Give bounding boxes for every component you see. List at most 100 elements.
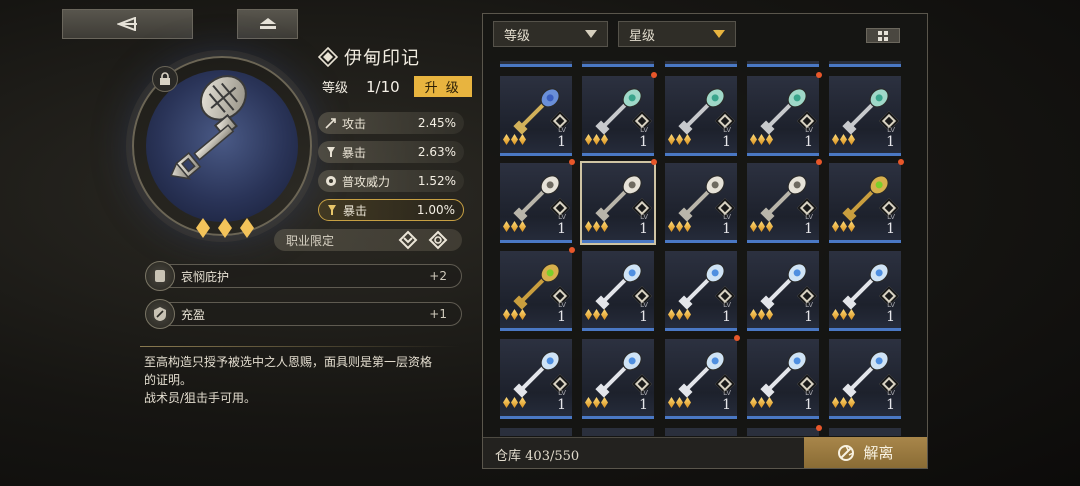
- inventory-cell-partial[interactable]: [747, 61, 819, 67]
- skill-name: 充盈: [181, 307, 206, 322]
- inventory-cell-partial[interactable]: [582, 428, 654, 436]
- menu-button[interactable]: [237, 9, 298, 39]
- inventory-cell-partial[interactable]: [829, 61, 901, 67]
- item-level: LV 1: [639, 212, 648, 236]
- item-level: LV 1: [639, 300, 648, 324]
- description-line: 的证明。: [144, 373, 193, 387]
- inventory-item-cell[interactable]: LV 1: [747, 339, 819, 419]
- star-icon: [758, 309, 765, 320]
- star-icon: [832, 134, 839, 145]
- tactician-class-icon[interactable]: [396, 229, 420, 251]
- star-icon: [684, 397, 691, 408]
- inventory-item-cell[interactable]: LV 1: [829, 251, 901, 331]
- new-item-dot: [569, 159, 575, 165]
- star-icon: [503, 221, 510, 232]
- dismantle-button[interactable]: 解离: [804, 437, 927, 468]
- star-icon: [750, 134, 757, 145]
- star-icon: [585, 309, 592, 320]
- item-stars: [832, 397, 855, 408]
- star-icon: [766, 309, 773, 320]
- new-item-dot: [569, 247, 575, 253]
- inventory-cell-partial[interactable]: [665, 428, 737, 436]
- lv-value: 1: [557, 397, 566, 413]
- description-line: 战术员/狙击手可用。: [144, 391, 257, 405]
- star-icon: [840, 221, 847, 232]
- grid-view-toggle[interactable]: [866, 28, 900, 43]
- lv-value: 1: [639, 397, 648, 413]
- star-icon: [593, 221, 600, 232]
- inventory-item-cell[interactable]: LV 1: [582, 251, 654, 331]
- skill-value: +2: [429, 269, 447, 283]
- lv-value: 1: [639, 134, 648, 150]
- level-value: 1/10: [366, 77, 400, 96]
- inventory-cell-partial[interactable]: [829, 428, 901, 436]
- inventory-item-cell[interactable]: LV 1: [747, 76, 819, 156]
- sniper-class-icon[interactable]: [426, 229, 450, 251]
- inventory-item-cell[interactable]: LV 1: [665, 339, 737, 419]
- item-stars: [832, 221, 855, 232]
- inventory-item-cell[interactable]: LV 1: [665, 76, 737, 156]
- inventory-item-cell[interactable]: LV 1: [500, 76, 572, 156]
- lv-value: 1: [557, 134, 566, 150]
- lv-value: 1: [722, 309, 731, 325]
- inventory-item-cell[interactable]: LV 1: [500, 251, 572, 331]
- level-filter-label: 等级: [504, 28, 531, 44]
- inventory-item-cell[interactable]: LV 1: [829, 76, 901, 156]
- star-icon: [840, 397, 847, 408]
- star-icon: [503, 134, 510, 145]
- star-icon: [766, 221, 773, 232]
- item-description: 至高构造只授予被选中之人恩赐，面具则是第一层资格 的证明。 战术员/狙击手可用。: [144, 353, 460, 407]
- inventory-cell-partial[interactable]: [500, 61, 572, 67]
- lv-value: 1: [886, 309, 895, 325]
- level-label: 等级: [322, 81, 349, 96]
- inventory-item-cell[interactable]: LV 1: [665, 163, 737, 243]
- inventory-cell-partial[interactable]: [747, 428, 819, 436]
- star-icon: [519, 221, 526, 232]
- item-stars: [503, 309, 526, 320]
- back-button[interactable]: [62, 9, 193, 39]
- inventory-item-cell[interactable]: LV 1: [829, 339, 901, 419]
- inventory-item-cell[interactable]: LV 1: [500, 339, 572, 419]
- inventory-item-cell[interactable]: LV 1: [747, 251, 819, 331]
- item-level: LV 1: [557, 125, 566, 150]
- lock-button[interactable]: [152, 66, 178, 92]
- star-icon: [601, 221, 608, 232]
- lv-value: 1: [804, 397, 813, 413]
- lv-value: 1: [886, 221, 895, 237]
- inventory-item-cell[interactable]: LV 1: [747, 163, 819, 243]
- dismantle-label: 解离: [863, 444, 894, 462]
- star-filter-label: 星级: [629, 28, 656, 44]
- inventory-item-cell[interactable]: LV 1: [665, 251, 737, 331]
- skill-row[interactable]: 充盈 +1: [145, 299, 462, 329]
- basic-attack-icon: [324, 174, 338, 188]
- star-icon: [676, 309, 683, 320]
- stat-value: 2.63%: [417, 145, 456, 159]
- inventory-cell-partial[interactable]: [665, 61, 737, 67]
- item-stars: [750, 397, 773, 408]
- star-filter-dropdown[interactable]: 星级: [618, 21, 736, 47]
- new-item-dot: [734, 335, 740, 341]
- inventory-item-cell[interactable]: LV 1: [829, 163, 901, 243]
- level-filter-dropdown[interactable]: 等级: [493, 21, 608, 47]
- new-item-dot: [898, 159, 904, 165]
- star-icon: [593, 134, 600, 145]
- skill-row[interactable]: 哀悯庇护 +2: [145, 261, 462, 291]
- inventory-cell-partial[interactable]: [500, 428, 572, 436]
- star-icon: [511, 397, 518, 408]
- item-stars: [668, 134, 691, 145]
- star-icon: [840, 134, 847, 145]
- star-icon: [832, 221, 839, 232]
- item-stars: [832, 309, 855, 320]
- star-icon: [668, 397, 675, 408]
- inventory-item-cell[interactable]: LV 1: [580, 161, 656, 245]
- star-icon: [848, 309, 855, 320]
- dismantle-icon: [838, 444, 855, 461]
- inventory-cell-partial[interactable]: [582, 61, 654, 67]
- inventory-item-cell[interactable]: LV 1: [500, 163, 572, 243]
- upgrade-button[interactable]: 升 级: [413, 76, 472, 97]
- item-level: LV 1: [886, 125, 895, 149]
- item-stars: [668, 397, 691, 408]
- star-icon: [684, 221, 691, 232]
- inventory-item-cell[interactable]: LV 1: [582, 339, 654, 419]
- inventory-item-cell[interactable]: LV 1: [582, 76, 654, 156]
